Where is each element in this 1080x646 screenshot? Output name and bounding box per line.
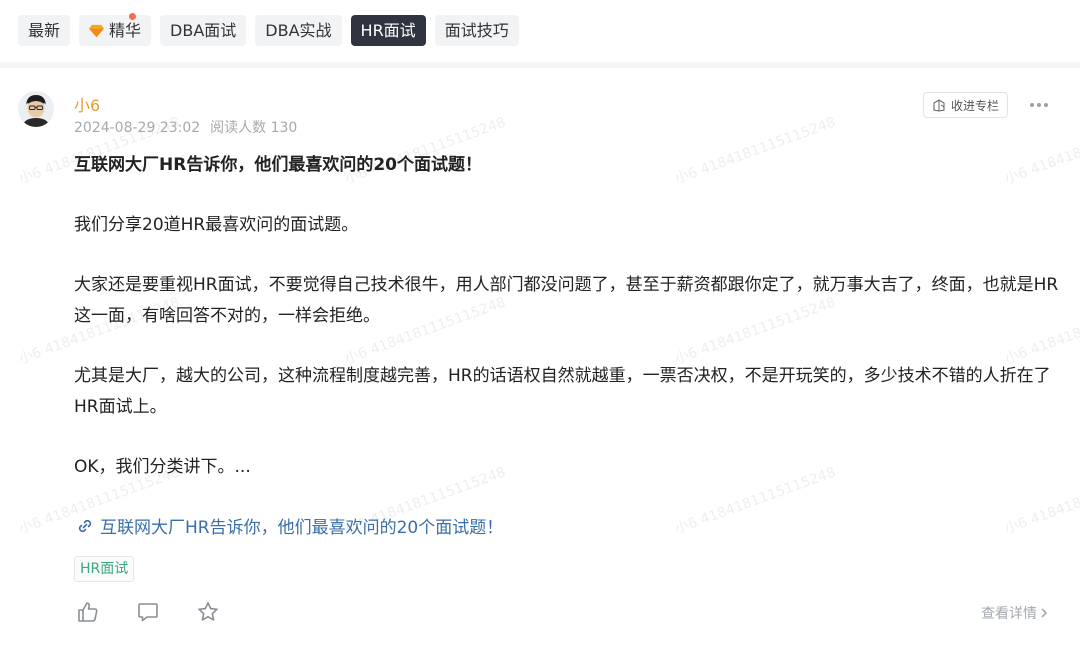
author-name[interactable]: 小6 [74, 92, 100, 116]
link-icon [78, 519, 92, 532]
post-date: 2024-08-29 23:02 [74, 120, 201, 136]
category-tabs: 最新 精华 DBA面试 DBA实战 HR面试 面试技巧 [18, 13, 519, 46]
tab-label: 最新 [28, 21, 61, 40]
tab-label: 精华 [109, 21, 142, 40]
tab-label: DBA实战 [265, 21, 332, 40]
tab-hr-interview[interactable]: HR面试 [350, 15, 426, 46]
post-content: 互联网大厂HR告诉你，他们最喜欢问的20个面试题！ 我们分享20道HR最喜欢问的… [74, 150, 1059, 512]
topic-tag[interactable]: HR面试 [74, 556, 135, 582]
article-link-text: 互联网大厂HR告诉你，他们最喜欢问的20个面试题！ [100, 518, 504, 538]
post-meta: 2024-08-29 23:02 阅读人数 130 [74, 117, 297, 137]
tab-latest[interactable]: 最新 [18, 15, 71, 46]
tab-dba-interview[interactable]: DBA面试 [160, 15, 247, 46]
tab-label: DBA面试 [170, 21, 237, 40]
article-link[interactable]: 互联网大厂HR告诉你，他们最喜欢问的20个面试题！ [76, 513, 503, 538]
comment-icon[interactable] [136, 600, 160, 624]
category-tab-bar: 最新 精华 DBA面试 DBA实战 HR面试 面试技巧 [0, 0, 1080, 62]
collect-label: 收进专栏 [951, 98, 1000, 113]
more-options-button[interactable] [1030, 97, 1054, 113]
read-count: 阅读人数 130 [210, 120, 298, 136]
tab-interview-tips[interactable]: 面试技巧 [434, 15, 519, 46]
view-details-label: 查看详情 [981, 606, 1037, 622]
tab-label: HR面试 [360, 21, 416, 40]
more-dot [1037, 103, 1041, 107]
star-icon[interactable] [196, 600, 220, 624]
notification-dot [129, 13, 137, 20]
gem-icon [89, 24, 105, 38]
post-title[interactable]: 互联网大厂HR告诉你，他们最喜欢问的20个面试题！ [74, 150, 1059, 181]
avatar[interactable] [18, 91, 54, 127]
tab-featured[interactable]: 精华 [79, 13, 152, 46]
like-icon[interactable] [76, 600, 100, 624]
post-paragraph: 我们分享20道HR最喜欢问的面试题。 [74, 215, 359, 235]
more-dot [1030, 103, 1034, 107]
more-dot [1044, 103, 1048, 107]
post-paragraph: 尤其是大厂，越大的公司，这种流程制度越完善，HR的话语权自然就越重，一票否决权，… [74, 366, 1051, 417]
collect-to-column-button[interactable]: 收进专栏 [923, 92, 1009, 118]
post-actions [76, 600, 220, 624]
avatar-image [18, 91, 54, 127]
collect-icon [933, 98, 945, 112]
post-paragraph: OK，我们分类讲下。... [74, 457, 251, 477]
post-card: 小6 2024-08-29 23:02 阅读人数 130 收进专栏 互联网大厂HR… [0, 68, 1080, 646]
post-paragraph: 大家还是要重视HR面试，不要觉得自己技术很牛，用人部门都没问题了，甚至于薪资都跟… [74, 275, 1059, 326]
chevron-right-icon [1041, 608, 1048, 618]
tab-dba-practice[interactable]: DBA实战 [255, 15, 342, 46]
tab-label: 面试技巧 [444, 21, 509, 40]
view-details-link[interactable]: 查看详情 [981, 603, 1049, 623]
